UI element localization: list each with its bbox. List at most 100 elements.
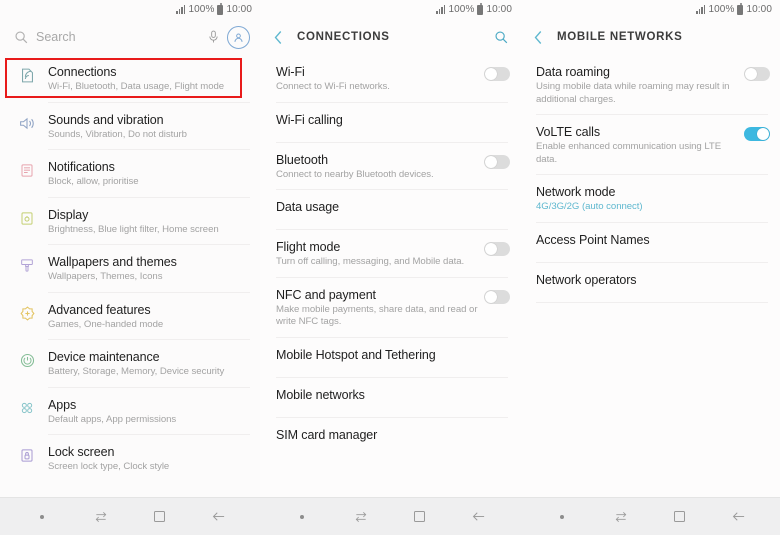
back-arrow-icon[interactable] xyxy=(722,502,756,532)
list-item-sublabel: Connect to nearby Bluetooth devices. xyxy=(276,168,434,180)
panel-connections: 100% 10:00 CONNECTIONS Wi-Fi Connect to … xyxy=(260,0,520,497)
list-item-sim-card-manager[interactable]: SIM card manager xyxy=(260,418,520,458)
account-avatar-icon[interactable] xyxy=(227,25,250,49)
list-item-label: Data usage xyxy=(276,200,339,214)
row-body: Sounds and vibration Sounds, Vibration, … xyxy=(40,112,250,142)
home-square-icon[interactable] xyxy=(663,502,697,532)
row-body: NFC and payment Make mobile payments, sh… xyxy=(276,287,478,329)
sidebar-item-connections[interactable]: Connections Wi-Fi, Bluetooth, Data usage… xyxy=(0,55,260,103)
list-item-mobile-hotspot-and-tethering[interactable]: Mobile Hotspot and Tethering xyxy=(260,338,520,378)
sidebar-item-sublabel: Sounds, Vibration, Do not disturb xyxy=(48,128,187,140)
row-body: Mobile Hotspot and Tethering xyxy=(276,347,510,363)
list-item-label: Flight mode xyxy=(276,240,341,254)
microphone-icon[interactable] xyxy=(208,29,219,45)
search-input[interactable]: Search xyxy=(14,24,200,50)
row-body: Flight mode Turn off calling, messaging,… xyxy=(276,239,478,269)
clock-label: 10:00 xyxy=(486,4,512,15)
sidebar-item-sublabel: Block, allow, prioritise xyxy=(48,176,139,187)
connections-header: CONNECTIONS xyxy=(260,19,520,55)
sidebar-item-wallpapers-and-themes[interactable]: Wallpapers and themes Wallpapers, Themes… xyxy=(0,245,260,293)
list-item-network-mode[interactable]: Network mode 4G/3G/2G (auto connect) xyxy=(520,175,780,223)
sound-speaker-icon xyxy=(14,112,40,132)
mobile-networks-header: MOBILE NETWORKS xyxy=(520,19,780,55)
list-item-network-operators[interactable]: Network operators xyxy=(520,263,780,303)
back-arrow-icon[interactable] xyxy=(202,502,236,532)
sidebar-item-sounds-and-vibration[interactable]: Sounds and vibration Sounds, Vibration, … xyxy=(0,103,260,151)
list-item-label: SIM card manager xyxy=(276,427,378,442)
signal-bars-icon xyxy=(436,5,446,14)
status-bar: 100% 10:00 xyxy=(260,0,520,19)
panel-settings: 100% 10:00 Search Connections Wi-Fi, Blu… xyxy=(0,0,260,497)
list-item-data-roaming[interactable]: Data roaming Using mobile data while roa… xyxy=(520,55,780,115)
data-roaming-toggle[interactable] xyxy=(744,67,770,81)
list-item-volte-calls[interactable]: VoLTE calls Enable enhanced communicatio… xyxy=(520,115,780,175)
list-item-wifi[interactable]: Wi-Fi Connect to Wi-Fi networks. xyxy=(260,55,520,103)
sidebar-item-device-maintenance[interactable]: Device maintenance Battery, Storage, Mem… xyxy=(0,340,260,388)
sidebar-item-label: Advanced features xyxy=(48,302,151,317)
volte-calls-toggle[interactable] xyxy=(744,127,770,141)
sidebar-item-label: Device maintenance xyxy=(48,350,160,364)
wifi-toggle[interactable] xyxy=(484,67,510,81)
list-item-label: Access Point Names xyxy=(536,232,650,247)
menu-dot-icon[interactable] xyxy=(285,502,319,532)
list-item-wifi-calling[interactable]: Wi-Fi calling xyxy=(260,103,520,143)
sidebar-item-lock-screen[interactable]: Lock screen Screen lock type, Clock styl… xyxy=(0,435,260,483)
recents-swap-icon[interactable] xyxy=(84,502,118,532)
row-body: Apps Default apps, App permissions xyxy=(40,397,250,427)
list-item-nfc-and-payment[interactable]: NFC and payment Make mobile payments, sh… xyxy=(260,278,520,338)
back-chevron-icon[interactable] xyxy=(274,30,283,45)
list-item-flight-mode[interactable]: Flight mode Turn off calling, messaging,… xyxy=(260,230,520,278)
row-body: Data usage xyxy=(276,199,510,215)
sidebar-item-sublabel: Wallpapers, Themes, Icons xyxy=(48,271,163,282)
search-bar[interactable]: Search xyxy=(0,19,260,55)
sidebar-item-notifications[interactable]: Notifications Block, allow, prioritise xyxy=(0,150,260,198)
list-item-label: Network operators xyxy=(536,272,637,287)
battery-percent-label: 100% xyxy=(448,4,475,15)
list-item-label: Wi-Fi xyxy=(276,65,305,79)
list-item-mobile-networks[interactable]: Mobile networks xyxy=(260,378,520,418)
sidebar-item-sublabel: Games, One-handed mode xyxy=(48,318,164,330)
row-body: Notifications Block, allow, prioritise xyxy=(40,159,250,189)
search-icon[interactable] xyxy=(494,30,508,44)
row-body: Lock screen Screen lock type, Clock styl… xyxy=(40,444,250,474)
nfc-toggle[interactable] xyxy=(484,289,510,304)
row-body: Mobile networks xyxy=(276,387,510,403)
battery-percent-label: 100% xyxy=(708,4,735,15)
back-arrow-icon[interactable] xyxy=(462,502,496,532)
display-icon xyxy=(14,207,40,227)
bluetooth-toggle[interactable] xyxy=(484,154,510,169)
back-chevron-icon[interactable] xyxy=(534,30,543,45)
sidebar-item-label: Display xyxy=(48,207,89,222)
menu-dot-icon[interactable] xyxy=(25,502,59,532)
recents-swap-icon[interactable] xyxy=(604,502,638,532)
row-body: VoLTE calls Enable enhanced communicatio… xyxy=(536,124,738,166)
battery-full-icon xyxy=(737,3,744,15)
list-item-label: Mobile Hotspot and Tethering xyxy=(276,347,436,362)
sidebar-item-apps[interactable]: Apps Default apps, App permissions xyxy=(0,388,260,436)
sidebar-item-label: Wallpapers and themes xyxy=(48,255,177,269)
list-item-sublabel: 4G/3G/2G (auto connect) xyxy=(536,201,643,212)
menu-dot-icon[interactable] xyxy=(545,502,579,532)
list-item-sublabel: Using mobile data while roaming may resu… xyxy=(536,81,730,105)
connections-list: Wi-Fi Connect to Wi-Fi networks. Wi-Fi c… xyxy=(260,55,520,458)
advanced-features-icon xyxy=(14,302,40,322)
list-item-data-usage[interactable]: Data usage xyxy=(260,190,520,230)
row-body: Network operators xyxy=(536,272,770,288)
nav-group-2 xyxy=(260,498,520,535)
clock-label: 10:00 xyxy=(226,4,252,15)
recents-swap-icon[interactable] xyxy=(344,502,378,532)
row-body: Network mode 4G/3G/2G (auto connect) xyxy=(536,184,770,214)
list-item-access-point-names[interactable]: Access Point Names xyxy=(520,223,780,263)
flight-mode-toggle[interactable] xyxy=(484,242,510,256)
list-item-bluetooth[interactable]: Bluetooth Connect to nearby Bluetooth de… xyxy=(260,143,520,191)
home-square-icon[interactable] xyxy=(143,502,177,532)
sidebar-item-label: Lock screen xyxy=(48,445,115,459)
row-body: Wi-Fi calling xyxy=(276,112,510,128)
sidebar-item-advanced-features[interactable]: Advanced features Games, One-handed mode xyxy=(0,293,260,341)
mobile-networks-list: Data roaming Using mobile data while roa… xyxy=(520,55,780,303)
search-icon xyxy=(15,31,28,44)
sidebar-item-sublabel: Battery, Storage, Memory, Device securit… xyxy=(48,366,225,377)
sidebar-item-display[interactable]: Display Brightness, Blue light filter, H… xyxy=(0,198,260,246)
list-item-sublabel: Make mobile payments, share data, and re… xyxy=(276,303,478,328)
home-square-icon[interactable] xyxy=(403,502,437,532)
